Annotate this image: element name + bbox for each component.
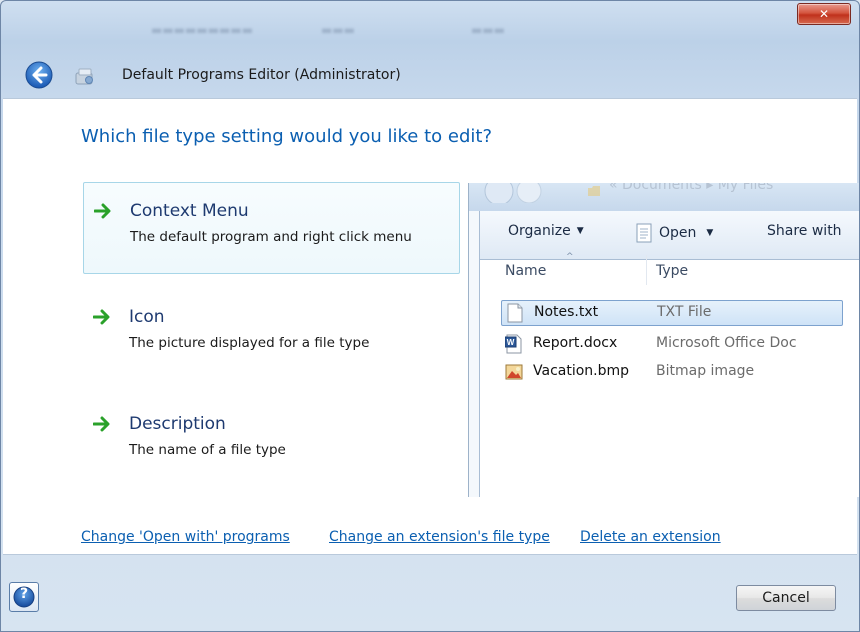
cancel-button[interactable]: Cancel: [736, 585, 836, 611]
column-header-type: Type: [656, 263, 688, 279]
option-description-setting[interactable]: Description The name of a file type: [83, 396, 458, 486]
text-file-icon: [507, 303, 523, 323]
option-description: The picture displayed for a file type: [129, 335, 370, 351]
help-button[interactable]: ?: [9, 582, 39, 612]
share-label: Share with: [767, 223, 842, 239]
open-menu: Open ▼: [635, 223, 713, 243]
preview-breadcrumb: « Documents ▸ My Files: [609, 183, 774, 193]
back-arrow-icon: [25, 61, 53, 89]
file-name: Report.docx: [533, 335, 618, 351]
delete-extension-link[interactable]: Delete an extension: [580, 529, 721, 545]
green-arrow-icon: [94, 203, 111, 219]
option-context-menu[interactable]: Context Menu The default program and rig…: [83, 182, 460, 274]
word-document-icon: W: [505, 334, 522, 354]
share-menu: Share with: [767, 223, 842, 239]
option-title: Description: [129, 414, 226, 434]
document-icon: [636, 223, 652, 243]
help-label: ?: [19, 586, 29, 602]
option-title: Icon: [129, 307, 165, 327]
preview-address-bar: « Documents ▸ My Files: [469, 183, 859, 211]
file-name: Vacation.bmp: [533, 363, 630, 379]
page-heading: Which file type setting would you like t…: [81, 126, 492, 147]
option-title: Context Menu: [130, 201, 249, 221]
file-name: Notes.txt: [534, 304, 599, 320]
column-name-label: Name: [505, 263, 547, 279]
column-divider: [646, 255, 647, 285]
file-row: Notes.txt TXT File: [501, 300, 843, 326]
change-extension-type-link[interactable]: Change an extension's file type: [329, 529, 550, 545]
background-blur-text: ▬▬▬: [471, 23, 506, 37]
option-description: The default program and right click menu: [130, 229, 412, 245]
svg-text:W: W: [507, 338, 515, 347]
bitmap-image-icon: [505, 364, 523, 380]
dropdown-arrow-icon: ▼: [576, 226, 584, 236]
folder-icon: [588, 186, 600, 196]
back-button[interactable]: [25, 61, 53, 89]
sort-ascending-icon: ^: [566, 252, 574, 262]
background-blur-text: ▬▬▬: [321, 23, 356, 37]
column-header-name: Name: [505, 263, 546, 279]
dropdown-arrow-icon: ▼: [706, 228, 714, 238]
file-type: Microsoft Office Doc: [656, 335, 797, 351]
option-description: The name of a file type: [129, 442, 286, 458]
change-open-with-link[interactable]: Change 'Open with' programs: [81, 529, 290, 545]
window-title: Default Programs Editor (Administrator): [122, 67, 401, 83]
file-type: TXT File: [657, 304, 712, 320]
open-label: Open: [659, 225, 697, 241]
organize-label: Organize: [508, 223, 571, 239]
file-row: Vacation.bmp Bitmap image: [501, 360, 841, 384]
nav-buttons-icon: [484, 183, 542, 203]
close-button[interactable]: ✕: [797, 3, 851, 25]
green-arrow-icon: [93, 309, 110, 325]
background-blur-text: ▬▬▬▬▬▬▬▬▬: [151, 23, 254, 37]
option-icon[interactable]: Icon The picture displayed for a file ty…: [83, 289, 458, 379]
dialog-window: ▬▬▬▬▬▬▬▬▬ ▬▬▬ ▬▬▬ ✕ Default Programs Edi…: [0, 0, 860, 632]
column-type-label: Type: [656, 263, 689, 279]
app-icon: [73, 65, 97, 87]
organize-menu: Organize ▼: [508, 223, 584, 239]
footer-divider: [3, 554, 857, 555]
file-row: W Report.docx Microsoft Office Doc: [501, 332, 841, 356]
green-arrow-icon: [93, 416, 110, 432]
close-icon: ✕: [818, 7, 830, 21]
file-type: Bitmap image: [656, 363, 755, 379]
